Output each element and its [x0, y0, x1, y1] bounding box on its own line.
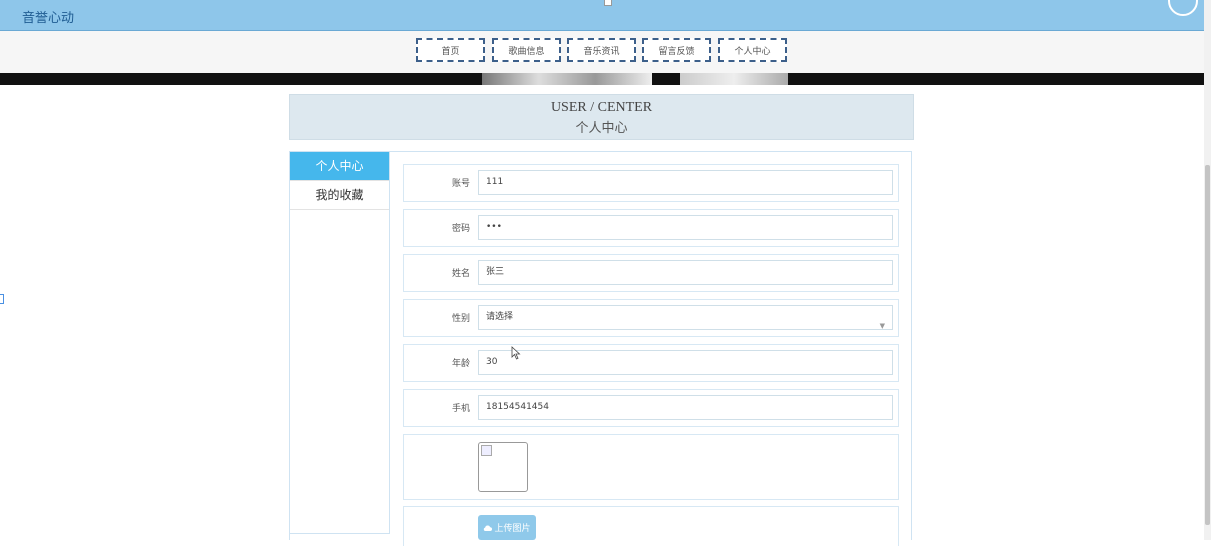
top-bar: 音誉心动	[0, 0, 1204, 31]
name-input[interactable]: 张三	[478, 260, 893, 285]
nav-user-center[interactable]: 个人中心	[718, 38, 787, 62]
upload-image-button[interactable]: 上传图片	[478, 515, 536, 540]
section-header: USER / CENTER 个人中心	[289, 94, 914, 140]
vertical-scrollbar[interactable]	[1204, 0, 1211, 540]
account-label: 账号	[451, 179, 470, 189]
gender-select[interactable]: 请选择 ▼	[478, 305, 893, 330]
account-input[interactable]: 111	[478, 170, 893, 195]
user-avatar-icon[interactable]	[1168, 0, 1198, 16]
name-label: 姓名	[451, 269, 470, 279]
password-label: 密码	[451, 224, 470, 234]
sidebar-menu: 个人中心 我的收藏	[289, 151, 390, 534]
form-row-password: 密码 •••	[403, 209, 899, 247]
form-row-phone: 手机 18154541454	[403, 389, 899, 427]
nav-feedback[interactable]: 留言反馈	[642, 38, 711, 62]
nav-news[interactable]: 音乐资讯	[567, 38, 636, 62]
banner-image	[0, 73, 1204, 85]
cloud-upload-icon	[484, 525, 493, 531]
broken-image-icon	[481, 445, 492, 456]
banner-figure	[680, 73, 788, 85]
password-input[interactable]: •••	[478, 215, 893, 240]
form-row-name: 姓名 张三	[403, 254, 899, 292]
resize-handle[interactable]	[604, 0, 612, 6]
nav-home[interactable]: 首页	[416, 38, 485, 62]
header-en-title: USER / CENTER	[550, 100, 653, 115]
upload-button-label: 上传图片	[494, 524, 531, 534]
gender-select-value: 请选择	[486, 312, 514, 322]
main-nav: 首页 歌曲信息 音乐资讯 留言反馈 个人中心	[0, 31, 1204, 73]
nav-songs[interactable]: 歌曲信息	[492, 38, 561, 62]
site-title: 音誉心动	[22, 11, 75, 26]
edge-marker	[0, 294, 4, 304]
phone-input[interactable]: 18154541454	[478, 395, 893, 420]
form-row-account: 账号 111	[403, 164, 899, 202]
chevron-down-icon: ▼	[879, 322, 885, 330]
avatar-image	[478, 442, 528, 492]
phone-label: 手机	[451, 404, 470, 414]
age-label: 年龄	[451, 359, 470, 369]
gender-label: 性别	[451, 314, 470, 324]
form-row-upload: 上传图片	[403, 506, 899, 546]
scrollbar-thumb[interactable]	[1205, 165, 1210, 525]
age-input[interactable]: 30	[478, 350, 893, 375]
form-row-gender: 性别 请选择 ▼	[403, 299, 899, 337]
sidebar-item-user-center[interactable]: 个人中心	[290, 152, 389, 181]
form-row-age: 年龄 30	[403, 344, 899, 382]
sidebar-item-favorites[interactable]: 我的收藏	[290, 181, 389, 210]
banner-figure	[482, 73, 652, 85]
header-cn-title: 个人中心	[575, 120, 628, 135]
form-row-avatar	[403, 434, 899, 500]
